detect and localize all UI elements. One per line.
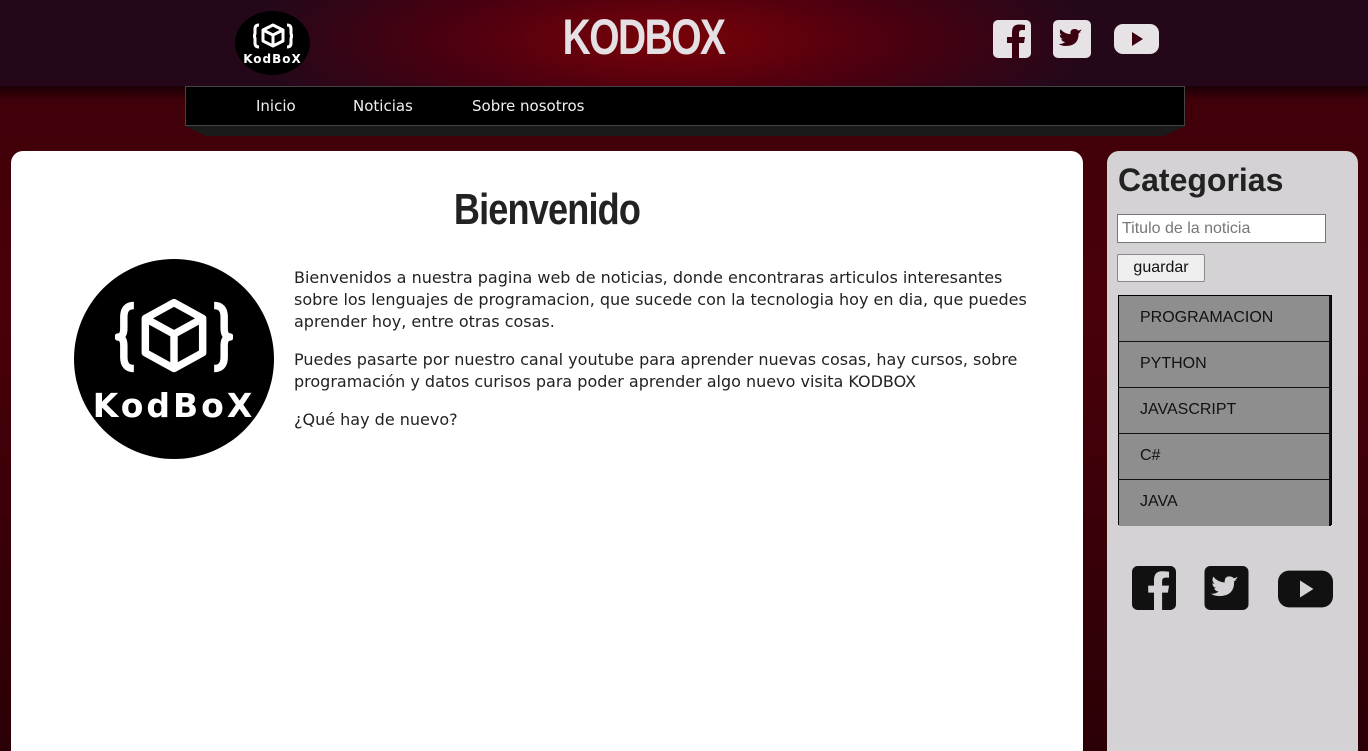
category-item-javascript[interactable]: JAVASCRIPT xyxy=(1119,388,1331,434)
whats-new-text: ¿Qué hay de nuevo? xyxy=(294,410,458,429)
category-item-csharp[interactable]: C# xyxy=(1119,434,1331,480)
sidebar-youtube-link[interactable] xyxy=(1278,568,1333,614)
sidebar: Categorias guardar PROGRAMACION PYTHON J… xyxy=(1107,151,1358,751)
intro-paragraph: Bienvenidos a nuestra pagina web de noti… xyxy=(294,268,1027,331)
facebook-icon xyxy=(1132,566,1176,610)
category-list: PROGRAMACION PYTHON JAVASCRIPT C# JAVA xyxy=(1118,295,1332,526)
nav-item-noticias[interactable]: Noticias xyxy=(353,97,413,115)
facebook-icon xyxy=(993,20,1031,58)
nav-item-sobre-nosotros[interactable]: Sobre nosotros xyxy=(472,97,584,115)
nav-bevel xyxy=(185,126,1185,136)
twitter-icon xyxy=(1053,20,1091,58)
header-logo-text: KodBoX xyxy=(243,51,302,66)
youtube-icon xyxy=(1278,570,1333,608)
facebook-link[interactable] xyxy=(993,20,1031,62)
header-logo[interactable]: KodBoX xyxy=(235,11,310,75)
category-item-python[interactable]: PYTHON xyxy=(1119,342,1331,388)
main-logo-text: KodBoX xyxy=(92,385,256,425)
page-title: Bienvenido xyxy=(453,185,641,234)
code-box-icon xyxy=(115,298,233,372)
code-box-icon xyxy=(252,23,293,48)
main-logo: KodBoX xyxy=(74,259,274,459)
youtube-link[interactable] xyxy=(1114,22,1159,60)
category-item-java[interactable]: JAVA xyxy=(1119,480,1331,526)
sidebar-title: Categorias xyxy=(1118,162,1284,198)
news-title-input[interactable] xyxy=(1117,214,1326,243)
main-content: Bienvenido KodBoX Bienvenidos a nuestra … xyxy=(11,151,1083,751)
twitter-icon xyxy=(1204,566,1249,610)
nav-item-inicio[interactable]: Inicio xyxy=(256,97,296,115)
category-item-programacion[interactable]: PROGRAMACION xyxy=(1119,296,1331,342)
save-button[interactable]: guardar xyxy=(1117,254,1205,282)
youtube-paragraph: Puedes pasarte por nuestro canal youtube… xyxy=(294,350,1018,391)
sidebar-twitter-link[interactable] xyxy=(1204,566,1249,614)
site-brand-title[interactable]: KODBOX xyxy=(563,8,726,66)
twitter-link[interactable] xyxy=(1053,20,1091,62)
main-nav: Inicio Noticias Sobre nosotros xyxy=(185,86,1185,126)
sidebar-facebook-link[interactable] xyxy=(1132,566,1176,614)
youtube-icon xyxy=(1114,24,1159,54)
site-header: KodBoX KODBOX xyxy=(0,0,1368,86)
